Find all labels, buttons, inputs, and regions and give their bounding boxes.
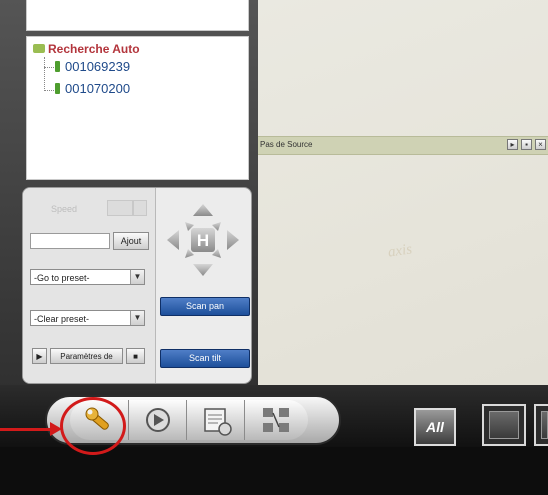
clear-preset-value: -Clear preset- — [34, 314, 90, 324]
source-status: Pas de Source — [260, 140, 313, 149]
arrow-right-icon[interactable] — [227, 230, 239, 250]
video-viewport[interactable] — [258, 0, 548, 385]
goto-preset-value: -Go to preset- — [34, 273, 90, 283]
tree-top-panel — [26, 0, 249, 31]
device-tree: Recherche Auto 001069239 001070200 — [26, 36, 249, 180]
arrow-left-icon[interactable] — [167, 230, 179, 250]
stop-icon: ■ — [133, 352, 138, 361]
playback-icon — [146, 408, 170, 432]
play-icon: ▶ — [36, 352, 43, 361]
stop-button[interactable]: ■ — [126, 348, 145, 364]
goto-preset-select[interactable]: -Go to preset- ▼ — [30, 269, 145, 285]
tree-root-item[interactable]: Recherche Auto — [33, 42, 140, 56]
tree-item-label: 001070200 — [65, 81, 131, 96]
scan-pan-button[interactable]: Scan pan — [160, 297, 250, 316]
ptz-home-label: H — [197, 231, 209, 250]
tree-connector — [44, 90, 54, 91]
scan-tilt-button[interactable]: Scan tilt — [160, 349, 250, 368]
chevron-down-icon: ▼ — [130, 270, 144, 284]
preset-controls: Speed Ajout -Go to preset- ▼ -Clear pres… — [23, 188, 156, 383]
view-all-button[interactable]: All — [414, 408, 456, 446]
preset-name-input[interactable] — [30, 233, 110, 249]
camera-icon — [55, 61, 60, 73]
schedule-button[interactable] — [186, 400, 244, 440]
layout-single-button[interactable] — [482, 404, 526, 446]
calendar-icon — [204, 408, 232, 436]
highlight-circle — [60, 397, 126, 455]
clear-preset-select[interactable]: -Clear preset- ▼ — [30, 310, 145, 326]
highlight-arrow-head — [50, 422, 62, 436]
layout-icon — [541, 411, 548, 439]
network-icon — [263, 408, 289, 432]
chevron-down-icon — [133, 200, 147, 216]
speed-select[interactable] — [107, 200, 133, 216]
arrow-down-icon[interactable] — [193, 264, 213, 276]
layout-next-button[interactable] — [534, 404, 548, 446]
camera-icon — [55, 83, 60, 95]
video-source-bar: Pas de Source ▸ ▪ × — [258, 136, 548, 155]
tree-connector — [44, 57, 45, 91]
logo-watermark: axis — [386, 241, 414, 261]
folder-icon — [33, 44, 45, 54]
highlight-arrow — [0, 428, 52, 431]
ptz-direction-pad[interactable]: H — [165, 202, 241, 278]
chevron-down-icon: ▼ — [130, 311, 144, 325]
arrow-up-icon[interactable] — [193, 204, 213, 216]
tree-root-label: Recherche Auto — [48, 42, 140, 56]
params-button[interactable]: Paramètres de — [50, 348, 123, 364]
tree-item-camera[interactable]: 001069239 — [55, 59, 130, 74]
print-icon[interactable]: ▪ — [521, 139, 532, 150]
tree-connector — [44, 67, 54, 68]
tree-item-camera[interactable]: 001070200 — [55, 81, 130, 96]
add-preset-button[interactable]: Ajout — [113, 232, 149, 250]
close-icon[interactable]: × — [535, 139, 546, 150]
speed-label: Speed — [51, 204, 78, 214]
tree-item-label: 001069239 — [65, 59, 131, 74]
play-button[interactable]: ▶ — [32, 348, 47, 364]
network-button[interactable] — [244, 400, 308, 440]
playback-button[interactable] — [128, 400, 186, 440]
snapshot-icon[interactable]: ▸ — [507, 139, 518, 150]
layout-icon — [489, 411, 519, 439]
ptz-control-panel: Speed Ajout -Go to preset- ▼ -Clear pres… — [22, 187, 252, 384]
